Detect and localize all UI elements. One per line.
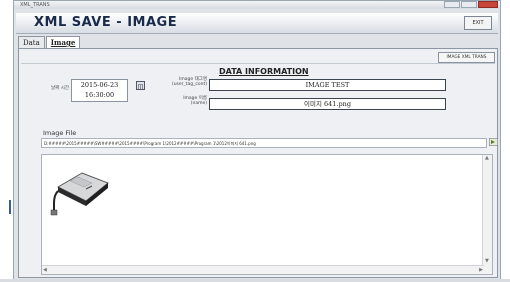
section-title: DATA INFORMATION: [219, 67, 309, 76]
time-value: 16:30:00: [84, 91, 115, 99]
image-name-input[interactable]: 이미지 641.png: [209, 98, 446, 110]
side-marker: [9, 200, 11, 214]
image-tag-label-line2: (user_tag_cont): [171, 82, 207, 87]
date-time-field[interactable]: 2015-06-23 16:30:00: [71, 79, 128, 102]
preview-image: [50, 172, 109, 216]
minimize-button[interactable]: [444, 1, 460, 8]
image-name-label-line2: (name): [190, 101, 207, 106]
window-titlebar: XML_TRANS: [14, 1, 500, 9]
app-header: XML SAVE - IMAGE EXIT: [16, 13, 498, 34]
tab-bar: Data Image: [18, 36, 81, 49]
image-tag-label: Image 태그명 (user_tag_cont): [167, 77, 207, 87]
window-controls: [444, 1, 498, 8]
horizontal-scrollbar[interactable]: ◀ ▶: [42, 265, 484, 274]
browse-arrow-icon[interactable]: [489, 138, 498, 146]
scroll-up-icon[interactable]: ▲: [485, 155, 489, 161]
date-time-label: 날짜 시간: [51, 86, 69, 91]
close-window-button[interactable]: [478, 1, 498, 8]
image-file-label: Image File: [43, 129, 77, 137]
scroll-down-icon[interactable]: ▼: [485, 258, 489, 264]
image-xml-trans-button[interactable]: IMAGE XML TRANS: [438, 52, 495, 63]
app-window: XML_TRANS XML SAVE - IMAGE EXIT Data Ima…: [13, 0, 501, 280]
scroll-right-icon[interactable]: ▶: [479, 267, 483, 273]
image-file-path-input[interactable]: D:#####\2015#####\SW#####\2015####\Progr…: [41, 138, 487, 148]
maximize-button[interactable]: [461, 1, 477, 8]
divider: [21, 63, 495, 64]
image-preview-area: ▲ ▼ ◀ ▶: [41, 154, 493, 275]
exit-button[interactable]: EXIT: [464, 16, 492, 30]
date-value: 2015-06-23: [80, 81, 119, 89]
page-title: XML SAVE - IMAGE: [34, 15, 178, 30]
scroll-left-icon[interactable]: ◀: [43, 267, 47, 273]
vertical-scrollbar[interactable]: ▲ ▼: [482, 155, 492, 274]
calendar-icon[interactable]: [136, 81, 145, 90]
image-name-label: Image 이름 (name): [167, 96, 207, 106]
image-tag-input[interactable]: IMAGE TEST: [209, 79, 446, 91]
window-title: XML_TRANS: [20, 2, 50, 8]
image-tab-panel: IMAGE XML TRANS DATA INFORMATION 날짜 시간 2…: [18, 48, 498, 278]
